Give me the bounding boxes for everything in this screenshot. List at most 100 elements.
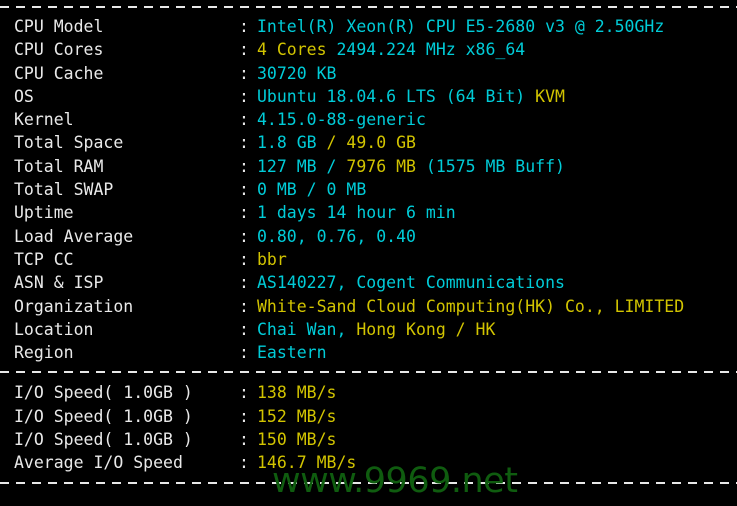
row-colon: :: [239, 430, 249, 450]
row-colon: :: [239, 17, 249, 36]
system-info-label: OS: [14, 86, 34, 106]
value-segment: Chai Wan,: [257, 319, 357, 339]
system-info-value: 1.8 GB / 49.0 GB: [257, 133, 416, 152]
info-row: TCP CC: bbr: [0, 248, 737, 271]
value-segment: 0 MB / 0 MB: [257, 180, 367, 200]
system-info-label: CPU Model: [14, 17, 104, 36]
system-info-value: Ubuntu 18.04.6 LTS (64 Bit) KVM: [257, 87, 565, 106]
info-row: ASN & ISP: AS140227, Cogent Communication…: [0, 271, 737, 294]
system-info-label: CPU Cache: [14, 63, 104, 83]
value-segment: 30720 KB: [257, 63, 337, 83]
row-colon: :: [239, 296, 249, 316]
system-info-label: Kernel: [14, 110, 74, 130]
system-info-label: ASN & ISP: [14, 273, 104, 293]
info-row: CPU Cores:4 Cores 2494.224 MHz x86_64: [0, 38, 737, 61]
info-row: Region: Eastern: [0, 341, 737, 364]
info-row: Location: Chai Wan, Hong Kong / HK: [0, 318, 737, 341]
info-row: Average I/O Speed:146.7 MB/s: [0, 451, 737, 474]
value-segment: / 49.0 GB: [326, 133, 416, 153]
system-info-label: Total SWAP: [14, 180, 114, 200]
system-info-label: TCP CC: [14, 249, 74, 269]
io-speed-label: I/O Speed( 1.0GB ): [14, 383, 193, 403]
value-segment: White-Sand Cloud Computing(HK) Co., LIMI…: [257, 296, 685, 316]
system-info-value: 0.80, 0.76, 0.40: [257, 227, 416, 246]
separator-middle: [0, 371, 737, 374]
io-speed-value: 146.7 MB/s: [257, 453, 356, 472]
value-segment: 146.7 MB/s: [257, 453, 357, 473]
value-segment: (1575 MB Buff): [415, 156, 565, 176]
system-info-value: White-Sand Cloud Computing(HK) Co., LIMI…: [257, 297, 684, 316]
value-segment: 0.80, 0.76, 0.40: [257, 226, 416, 246]
row-colon: :: [239, 110, 249, 130]
system-info-value: Intel(R) Xeon(R) CPU E5-2680 v3 @ 2.50GH…: [257, 17, 664, 36]
io-speed-list: I/O Speed( 1.0GB ):138 MB/s I/O Speed( 1.…: [0, 381, 737, 474]
info-row: CPU Cache:30720 KB: [0, 62, 737, 85]
value-segment: Eastern: [257, 343, 327, 363]
row-colon: :: [239, 406, 249, 426]
value-segment: AS140227, Cogent Communications: [257, 273, 565, 293]
system-info-label: Uptime: [14, 203, 74, 223]
system-info-value: Eastern: [257, 343, 327, 362]
system-info-value: AS140227, Cogent Communications: [257, 273, 565, 292]
terminal-window: CPU Model: Intel(R) Xeon(R) CPU E5-2680 v…: [0, 6, 737, 506]
row-colon: :: [239, 203, 249, 223]
system-info-label: Region: [14, 343, 74, 363]
system-info-value: 4.15.0-88-generic: [257, 110, 426, 129]
row-colon: :: [239, 249, 249, 269]
info-row: I/O Speed( 1.0GB ):152 MB/s: [0, 405, 737, 428]
system-info-label: Location: [14, 319, 94, 339]
top-spacer: [0, 8, 737, 15]
system-info-value: Chai Wan, Hong Kong / HK: [257, 320, 495, 339]
system-info-label: Load Average: [14, 226, 134, 246]
separator-bottom: [0, 481, 737, 484]
value-segment: 150 MB/s: [257, 430, 337, 450]
io-speed-value: 150 MB/s: [257, 430, 336, 449]
row-colon: :: [239, 226, 249, 246]
info-row: I/O Speed( 1.0GB ):138 MB/s: [0, 381, 737, 404]
system-info-list: CPU Model: Intel(R) Xeon(R) CPU E5-2680 v…: [0, 15, 737, 364]
info-row: Uptime:1 days 14 hour 6 min: [0, 201, 737, 224]
value-segment: 127 MB /: [257, 156, 347, 176]
io-speed-value: 152 MB/s: [257, 407, 336, 426]
info-row: Total SWAP:0 MB / 0 MB: [0, 178, 737, 201]
info-row: OS: Ubuntu 18.04.6 LTS (64 Bit) KVM: [0, 85, 737, 108]
value-segment: 7976 MB: [346, 156, 416, 176]
row-colon: :: [239, 319, 249, 339]
value-segment: 4.15.0-88-generic: [257, 110, 426, 130]
value-segment: 138 MB/s: [257, 383, 337, 403]
row-colon: :: [239, 180, 249, 200]
io-speed-label: I/O Speed( 1.0GB ): [14, 430, 193, 450]
info-row: Organization: White-Sand Cloud Computing(…: [0, 295, 737, 318]
value-segment: Intel(R) Xeon(R) CPU E5-2680 v3 @ 2.50GH…: [257, 17, 665, 36]
system-info-label: CPU Cores: [14, 40, 104, 60]
value-segment: Hong Kong / HK: [356, 319, 496, 339]
io-speed-label: I/O Speed( 1.0GB ): [14, 406, 193, 426]
system-info-value: 1 days 14 hour 6 min: [257, 203, 456, 222]
info-row: Total Space:1.8 GB / 49.0 GB: [0, 131, 737, 154]
value-segment: 1.8 GB: [257, 133, 327, 153]
row-colon: :: [239, 453, 249, 473]
io-speed-value: 138 MB/s: [257, 383, 336, 402]
system-info-value: bbr: [257, 250, 287, 269]
info-row: I/O Speed( 1.0GB ):150 MB/s: [0, 428, 737, 451]
value-segment: 1 days 14 hour 6 min: [257, 203, 456, 223]
value-segment: KVM: [535, 86, 565, 106]
row-colon: :: [239, 86, 249, 106]
value-segment: 4 Cores: [257, 40, 337, 60]
info-row: CPU Model: Intel(R) Xeon(R) CPU E5-2680 v…: [0, 15, 737, 38]
info-row: Load Average:0.80, 0.76, 0.40: [0, 225, 737, 248]
io-speed-label: Average I/O Speed: [14, 453, 183, 473]
row-colon: :: [239, 133, 249, 153]
row-colon: :: [239, 343, 249, 363]
value-segment: bbr: [257, 249, 287, 269]
value-segment: 2494.224 MHz x86_64: [336, 40, 526, 60]
row-colon: :: [239, 383, 249, 403]
value-segment: 152 MB/s: [257, 406, 337, 426]
row-colon: :: [239, 156, 249, 176]
system-info-value: 4 Cores 2494.224 MHz x86_64: [257, 40, 525, 59]
system-info-value: 0 MB / 0 MB: [257, 180, 366, 199]
row-colon: :: [239, 273, 249, 293]
info-row: Total RAM:127 MB / 7976 MB (1575 MB Buff…: [0, 155, 737, 178]
info-row: Kernel:4.15.0-88-generic: [0, 108, 737, 131]
system-info-label: Organization: [14, 296, 134, 316]
